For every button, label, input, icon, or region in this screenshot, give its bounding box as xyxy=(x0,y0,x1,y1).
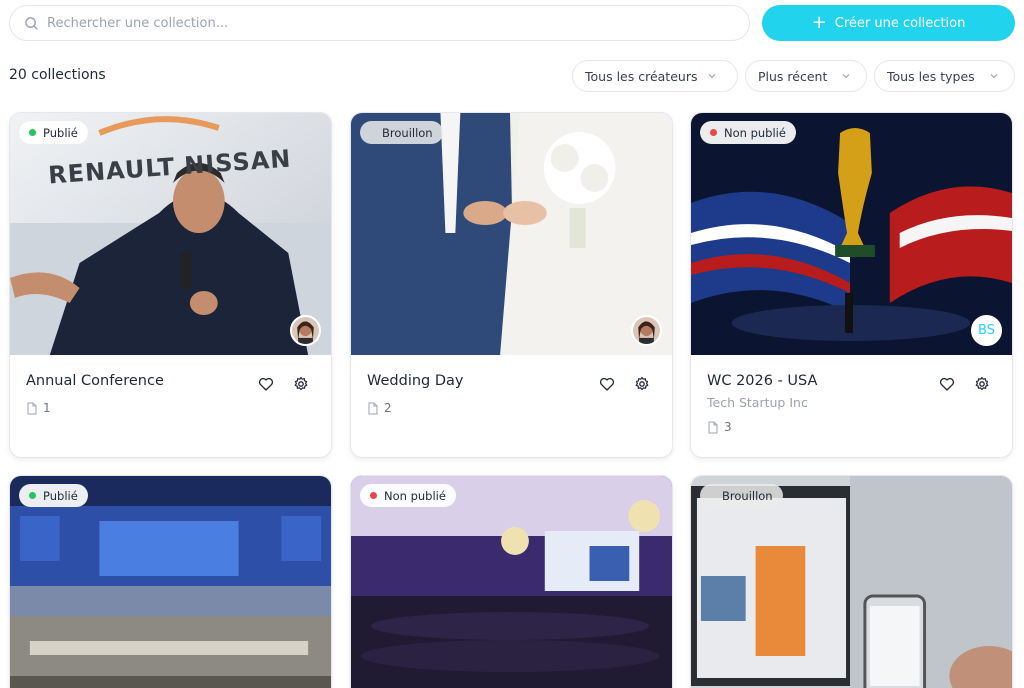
collection-card[interactable]: RENAULT NISSAN Publié Annual Conference … xyxy=(9,112,332,458)
collection-cover-image[interactable]: Publié xyxy=(10,476,331,688)
collection-card[interactable]: Brouillon xyxy=(690,475,1013,688)
create-collection-label: Créer une collection xyxy=(834,15,966,31)
status-label: Non publié xyxy=(724,125,786,140)
status-badge: Non publié xyxy=(360,484,456,507)
file-count: 3 xyxy=(707,420,996,434)
collection-card[interactable]: Brouillon Wedding Day 2 xyxy=(350,112,673,458)
file-count-value: 3 xyxy=(724,420,732,434)
status-label: Brouillon xyxy=(722,488,773,503)
plus-icon: + xyxy=(811,12,827,33)
heart-icon[interactable] xyxy=(599,376,615,392)
file-icon xyxy=(708,421,718,433)
search-input[interactable] xyxy=(47,15,687,31)
collection-cover-image[interactable]: Non publié xyxy=(351,476,672,688)
status-label: Brouillon xyxy=(382,125,433,140)
sort-label: Plus récent xyxy=(758,68,828,84)
gear-icon[interactable] xyxy=(634,376,650,392)
sort-dropdown[interactable]: Plus récent xyxy=(745,60,867,92)
file-count-value: 1 xyxy=(43,401,51,415)
collection-cover-image[interactable]: RENAULT NISSAN Publié xyxy=(10,113,331,355)
status-badge: Non publié xyxy=(700,121,796,144)
collection-cover-image[interactable]: Brouillon xyxy=(691,476,1012,688)
collection-cover-image[interactable]: Non publié BS xyxy=(691,113,1012,355)
collection-card[interactable]: Non publié xyxy=(350,475,673,688)
status-badge: Brouillon xyxy=(700,484,783,507)
type-filter-label: Tous les types xyxy=(887,68,975,84)
type-filter-dropdown[interactable]: Tous les types xyxy=(874,60,1015,92)
chevron-down-icon xyxy=(990,74,998,79)
create-collection-button[interactable]: + Créer une collection xyxy=(762,5,1015,41)
file-count: 1 xyxy=(26,401,315,415)
collection-card[interactable]: Non publié BS WC 2026 - USA Tech Startup… xyxy=(690,112,1013,458)
heart-icon[interactable] xyxy=(258,376,274,392)
creator-filter-label: Tous les créateurs xyxy=(585,68,698,84)
file-count: 2 xyxy=(367,401,656,415)
status-label: Non publié xyxy=(384,488,446,503)
file-icon xyxy=(27,402,37,414)
status-dot xyxy=(29,129,36,136)
status-badge: Publié xyxy=(19,121,88,144)
top-bar: + Créer une collection xyxy=(9,5,1015,41)
status-dot xyxy=(370,492,377,499)
collection-card[interactable]: Publié xyxy=(9,475,332,688)
collection-cover-image[interactable]: Brouillon xyxy=(351,113,672,355)
status-label: Publié xyxy=(43,488,78,503)
file-icon xyxy=(368,402,378,414)
avatar[interactable] xyxy=(290,315,321,346)
status-label: Publié xyxy=(43,125,78,140)
collection-owner: Tech Startup Inc xyxy=(707,395,808,410)
status-dot xyxy=(710,129,717,136)
avatar[interactable] xyxy=(631,315,662,346)
chevron-down-icon xyxy=(709,74,716,79)
gear-icon[interactable] xyxy=(974,376,990,392)
search-icon xyxy=(25,16,38,30)
status-badge: Publié xyxy=(19,484,88,507)
status-dot xyxy=(29,492,36,499)
creator-filter-dropdown[interactable]: Tous les créateurs xyxy=(572,60,738,92)
collection-count: 20 collections xyxy=(9,67,106,83)
gear-icon[interactable] xyxy=(293,376,309,392)
search-bar[interactable] xyxy=(9,5,750,41)
heart-icon[interactable] xyxy=(939,376,955,392)
avatar[interactable]: BS xyxy=(971,315,1002,346)
file-count-value: 2 xyxy=(384,401,392,415)
chevron-down-icon xyxy=(842,74,850,79)
status-badge: Brouillon xyxy=(360,121,443,144)
